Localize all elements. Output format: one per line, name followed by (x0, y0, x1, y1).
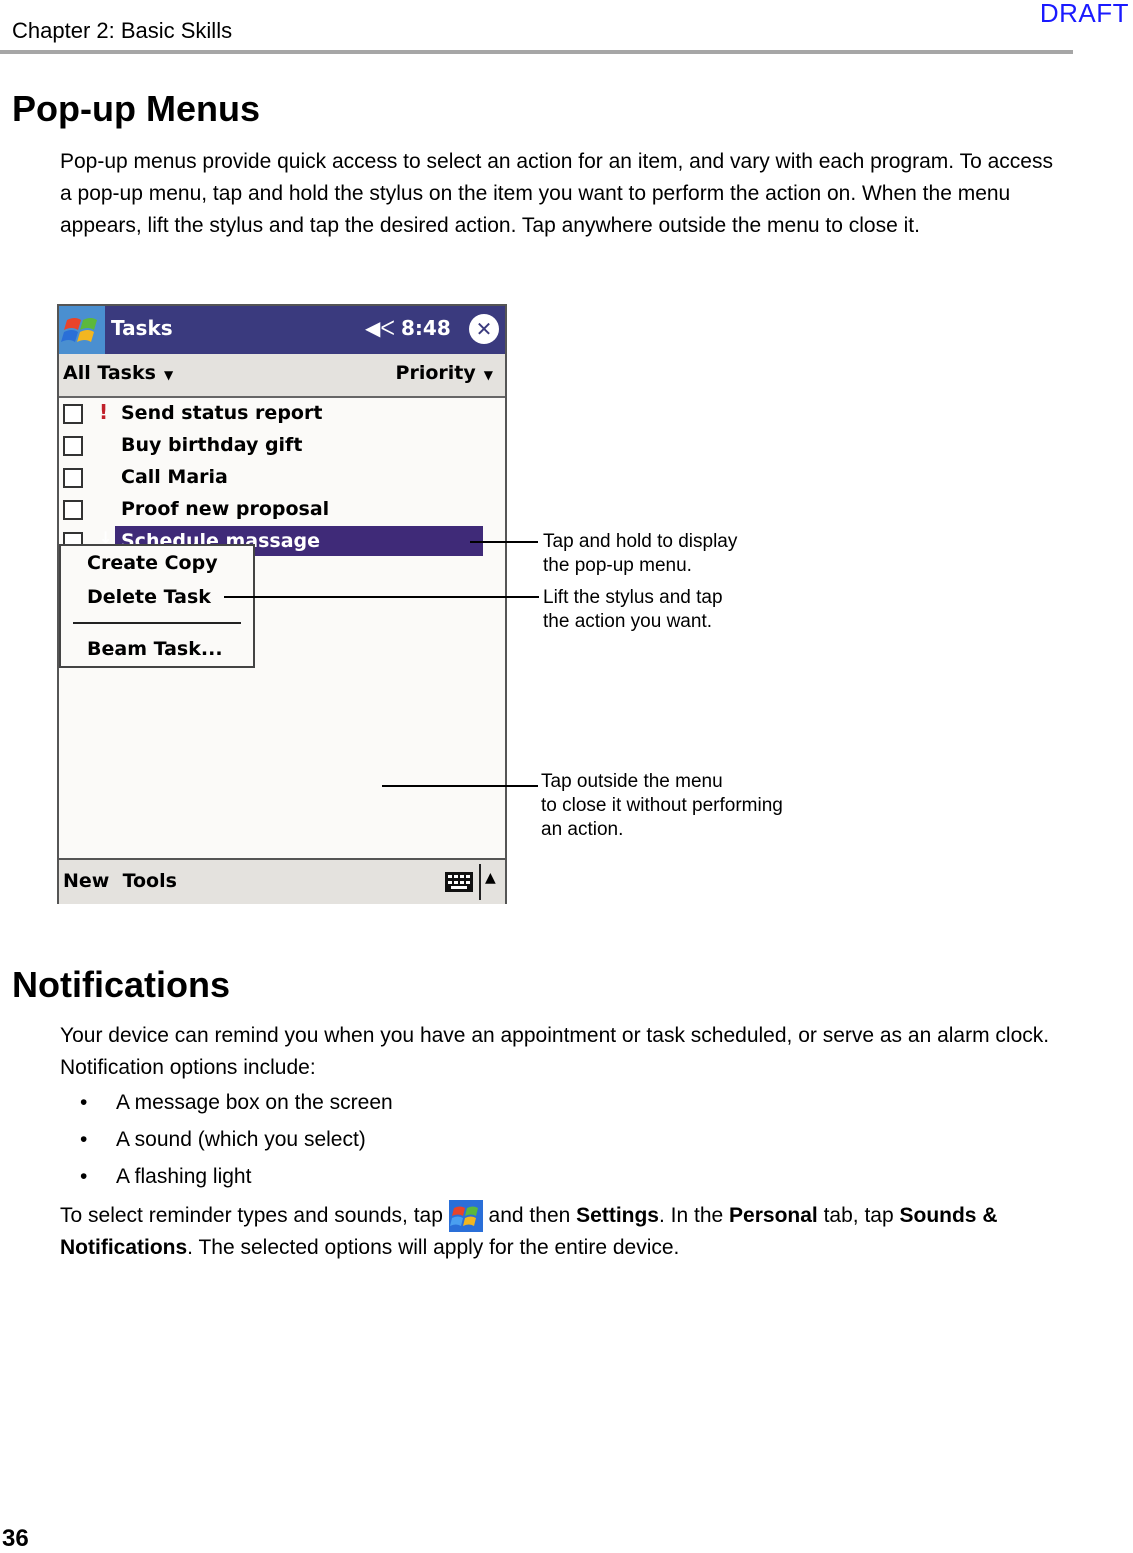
section-title-notifications: Notifications (12, 964, 231, 1005)
page-number: 36 (2, 1525, 29, 1552)
callout-leader-line (224, 596, 539, 598)
bullet-text: A message box on the screen (116, 1091, 393, 1114)
draft-watermark: DRAFT (1039, 0, 1129, 28)
bullet-text: A flashing light (116, 1165, 252, 1188)
category-filter-dropdown[interactable]: All Tasks ▼ (63, 362, 173, 384)
bullet-item: • A message box on the screen (80, 1091, 393, 1114)
sort-dropdown[interactable]: Priority ▼ (396, 362, 493, 384)
command-menu[interactable]: New Tools (63, 870, 177, 892)
bullet-item: • A flashing light (80, 1165, 252, 1188)
settings-instructions: To select reminder types and sounds, tap… (60, 1200, 1070, 1264)
input-selector-arrow-icon[interactable]: ▲ (485, 870, 496, 886)
command-bar: New Tools ▲ (59, 858, 505, 904)
text-run: . The selected options will apply for th… (187, 1236, 680, 1260)
callout-text-line: Tap outside the menu (541, 771, 723, 792)
task-label: Buy birthday gift (121, 434, 303, 456)
start-menu-icon (448, 1200, 483, 1233)
title-bar: Tasks ◀︎ᐸ 8:48 ✕ (59, 306, 505, 354)
filter-bar: All Tasks ▼ Priority ▼ (59, 354, 505, 398)
header-rule (0, 50, 1073, 54)
task-row[interactable]: Call Maria (59, 462, 505, 494)
settings-term: Settings (576, 1204, 659, 1227)
chevron-down-icon: ▼ (483, 368, 493, 382)
task-label: Proof new proposal (121, 498, 330, 520)
speaker-icon[interactable]: ◀︎ᐸ (365, 316, 395, 340)
text-run: To select reminder types and sounds, tap (60, 1204, 449, 1227)
bullet-text: A sound (which you select) (116, 1128, 366, 1151)
menu-separator (73, 622, 241, 624)
menu-item-delete-task[interactable]: Delete Task (87, 586, 211, 608)
callout-text-line: an action. (541, 819, 624, 840)
task-label: Call Maria (121, 466, 228, 488)
task-row[interactable]: ! Send status report (59, 398, 505, 430)
text-run: tab, tap (817, 1204, 900, 1227)
task-label: Send status report (121, 402, 323, 424)
clock[interactable]: 8:48 (401, 316, 451, 340)
task-checkbox[interactable] (63, 404, 83, 424)
callout-text-line: Lift the stylus and tap (543, 587, 723, 608)
device-screenshot: Tasks ◀︎ᐸ 8:48 ✕ All Tasks ▼ Priority ▼ ! … (57, 304, 507, 904)
task-row[interactable]: Buy birthday gift (59, 430, 505, 462)
task-checkbox[interactable] (63, 500, 83, 520)
section-title-popup-menus: Pop-up Menus (12, 88, 260, 129)
close-button[interactable]: ✕ (469, 314, 499, 344)
callout-lift-stylus: Lift the stylus and tap the action you w… (543, 586, 723, 634)
chevron-down-icon: ▼ (163, 368, 174, 382)
category-filter-label: All Tasks (63, 362, 156, 384)
bullet-item: • A sound (which you select) (80, 1128, 366, 1151)
menu-item-create-copy[interactable]: Create Copy (87, 552, 218, 574)
start-button[interactable] (59, 306, 105, 354)
task-checkbox[interactable] (63, 468, 83, 488)
callout-text-line: the pop-up menu. (543, 555, 692, 576)
popup-menus-paragraph: Pop-up menus provide quick access to sel… (60, 150, 1053, 237)
callout-text-line: Tap and hold to display (543, 531, 738, 552)
notifications-paragraph: Your device can remind you when you have… (60, 1024, 1050, 1079)
popup-menu: Create Copy Delete Task Beam Task... (59, 544, 255, 668)
text-run: and then (482, 1204, 577, 1227)
callout-tap-outside: Tap outside the menu to close it without… (541, 770, 783, 842)
callout-text-line: the action you want. (543, 611, 712, 632)
menu-item-beam-task[interactable]: Beam Task... (87, 638, 223, 660)
sort-label: Priority (395, 362, 476, 384)
running-head: Chapter 2: Basic Skills (12, 18, 233, 43)
high-priority-icon: ! (99, 400, 109, 424)
callout-leader-line (470, 541, 538, 543)
input-separator (479, 864, 481, 900)
windows-flag-icon (61, 318, 97, 342)
task-row[interactable]: Proof new proposal (59, 494, 505, 526)
callout-leader-line (382, 785, 538, 787)
personal-tab-term: Personal (729, 1204, 818, 1227)
keyboard-icon[interactable] (445, 872, 473, 892)
text-run: . In the (658, 1204, 730, 1227)
app-title: Tasks (111, 316, 173, 340)
callout-text-line: to close it without performing (541, 795, 783, 816)
callout-tap-and-hold: Tap and hold to display the pop-up menu. (543, 530, 737, 578)
task-checkbox[interactable] (63, 436, 83, 456)
